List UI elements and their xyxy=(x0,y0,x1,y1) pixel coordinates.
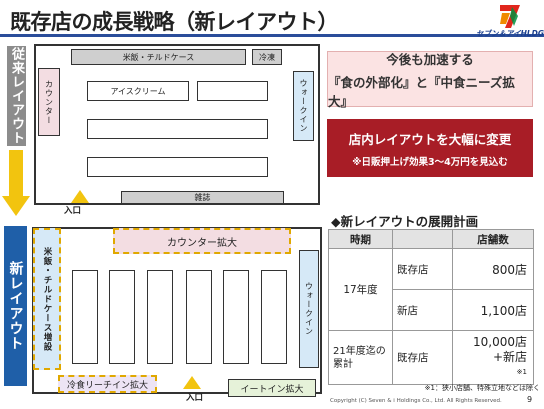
footnote: ※1：狭小店舗、特殊立地などは除く xyxy=(424,384,540,392)
table-header-row: 時期 店舗数 xyxy=(328,229,534,249)
trend-banner-line1: 今後も加速する xyxy=(386,51,474,67)
header-count: 店舗数 xyxy=(452,229,534,249)
seven-eleven-logo-icon xyxy=(500,5,520,28)
old-entrance-arrow-icon xyxy=(71,190,89,203)
cell-period: 21年度迄の累計 xyxy=(328,330,393,385)
old-shelf xyxy=(87,119,268,139)
header-type xyxy=(392,229,453,249)
old-shelf xyxy=(87,157,268,177)
cell-period: 17年度 xyxy=(328,248,393,331)
new-shelf-column xyxy=(109,270,135,364)
new-counter-expansion-label: カウンター拡大 xyxy=(167,237,237,249)
cell-type: 既存店 xyxy=(392,330,453,385)
cell-count: 1,100店 xyxy=(452,289,534,331)
cell-type: 新店 xyxy=(392,289,453,331)
new-frozen-reach-in-label: 冷食リーチイン拡大 xyxy=(66,380,148,391)
company-logo-text: セブン＆アイHLDGS. xyxy=(476,29,544,38)
old-shelf xyxy=(197,81,268,101)
cell-count-suffix: +新店 xyxy=(492,350,527,364)
layout-change-note: ※日販押上げ効果3～4万円を見込む xyxy=(352,156,508,168)
new-rice-chilled-expansion: 米飯・チルドケース増設 xyxy=(33,228,61,370)
header-period: 時期 xyxy=(328,229,393,249)
table-row: 21年度迄の累計 既存店 10,000店 +新店 ※1 xyxy=(328,330,534,385)
new-entrance-arrow-icon xyxy=(183,376,201,389)
new-rice-chilled-expansion-label: 米飯・チルドケース増設 xyxy=(42,246,52,352)
cell-count: 10,000店 xyxy=(473,335,527,349)
page-title: 既存店の成長戦略（新レイアウト） xyxy=(10,10,339,34)
old-entrance-label: 入口 xyxy=(64,206,82,216)
new-entrance-label: 入口 xyxy=(186,393,204,403)
new-layout-label: 新レイアウト xyxy=(4,226,27,386)
trend-banner-line2: 『食の外部化』と『中食ニーズ拡大』 xyxy=(328,74,515,109)
old-counter: カウンター xyxy=(38,68,60,136)
new-frozen-reach-in: 冷食リーチイン拡大 xyxy=(58,375,157,393)
title-divider xyxy=(0,34,544,37)
old-rice-chilled-case: 米飯・チルドケース xyxy=(71,49,246,65)
down-arrow-icon xyxy=(2,196,30,216)
new-shelf-column xyxy=(261,270,287,364)
old-layout-label: 従来レイアウト xyxy=(7,46,26,146)
old-magazine-rack: 雑誌 xyxy=(121,191,284,204)
new-shelf-column xyxy=(147,270,173,364)
table-row: 17年度 既存店 800店 xyxy=(328,248,534,331)
new-shelf-column xyxy=(186,270,212,364)
rollout-plan-table: 時期 店舗数 17年度 既存店 800店 新店 1,100店 21年度迄の累計 … xyxy=(328,229,534,385)
layout-change-banner: 店内レイアウトを大幅に変更 ※日販押上げ効果3～4万円を見込む xyxy=(327,119,533,177)
layout-change-title: 店内レイアウトを大幅に変更 xyxy=(348,131,512,147)
new-shelf-column xyxy=(72,270,98,364)
old-frozen-case: 冷凍 xyxy=(252,49,282,65)
new-shelf-column xyxy=(223,270,249,364)
new-eat-in-area: イートイン拡大 xyxy=(228,379,316,397)
new-walk-in: ウォークイン xyxy=(299,250,319,368)
trend-banner: 今後も加速する 『食の外部化』と『中食ニーズ拡大』 xyxy=(327,51,533,109)
old-walk-in: ウォークイン xyxy=(293,71,314,141)
old-ice-cream-case: アイスクリーム xyxy=(87,81,189,101)
cell-type: 既存店 xyxy=(392,248,453,290)
new-counter-expansion: カウンター拡大 xyxy=(113,228,291,254)
transition-arrow-shaft xyxy=(9,150,23,198)
cell-count: 800店 xyxy=(452,248,534,290)
page-number: 9 xyxy=(527,395,533,404)
plan-title: ◆新レイアウトの展開計画 xyxy=(331,214,479,229)
copyright: Copyright (C) Seven & i Holdings Co., Lt… xyxy=(330,398,502,404)
cell-count-note: ※1 xyxy=(516,368,527,376)
